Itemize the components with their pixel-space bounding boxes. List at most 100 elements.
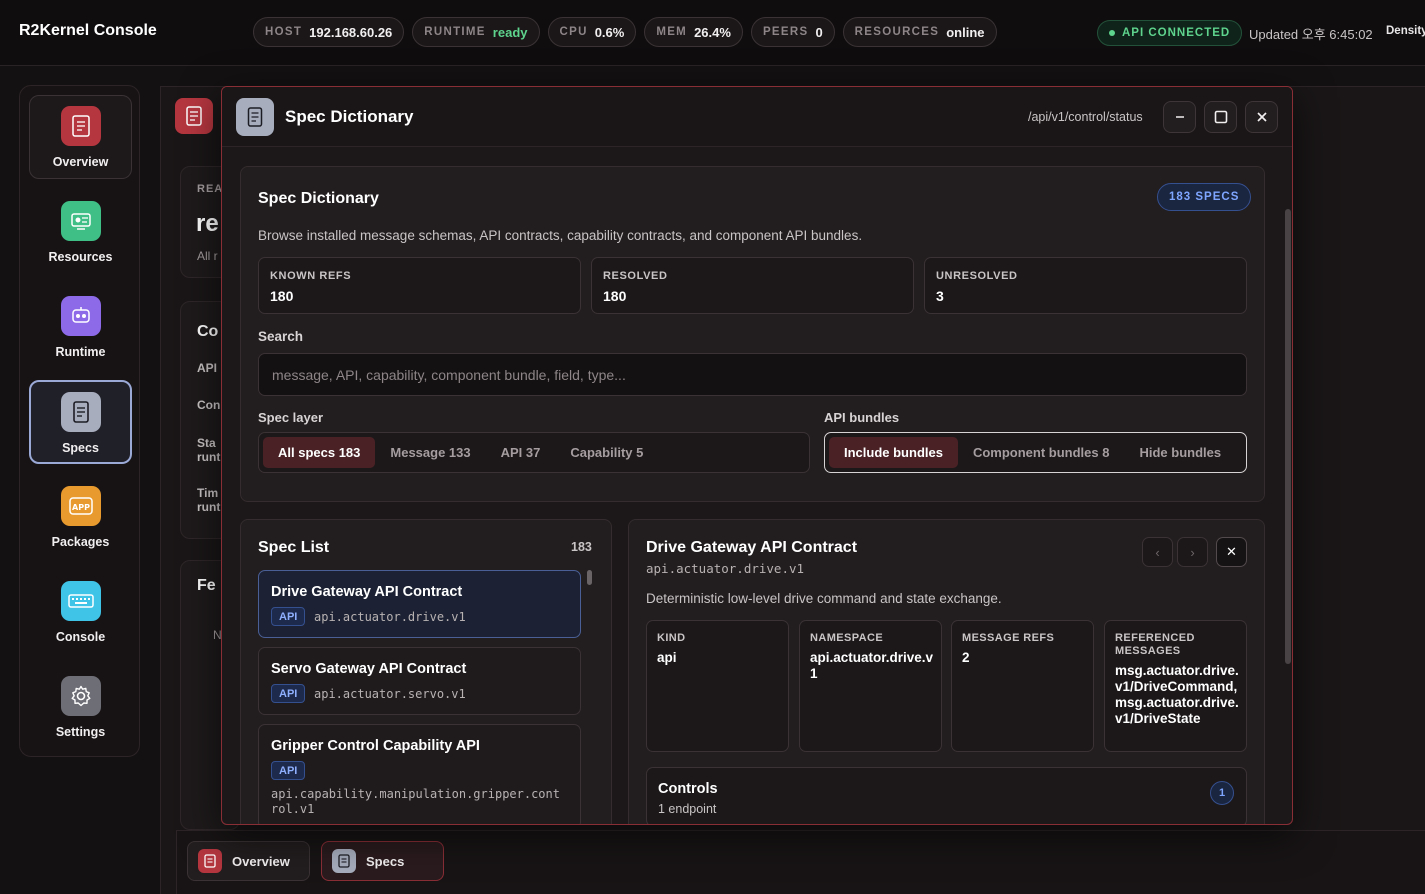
sidebar-item-overview[interactable]: Overview [29, 95, 132, 179]
api-status-badge: API CONNECTED [1097, 20, 1243, 46]
previous-button[interactable]: ‹ [1142, 537, 1173, 567]
stat-value: 180 [603, 288, 627, 304]
bg-fragment: Co [197, 323, 219, 340]
status-chip-runtime: RUNTIME ready [412, 17, 540, 47]
spec-item-id: api.actuator.drive.v1 [314, 610, 466, 624]
spec-item-id: api.capability.manipulation.gripper.cont… [271, 787, 560, 816]
detail-field-message-refs: MESSAGE REFS 2 [951, 620, 1094, 752]
minimize-button[interactable] [1163, 101, 1196, 133]
app-title: R2Kernel Console [19, 22, 157, 39]
bg-fragment: Sta [197, 436, 216, 450]
spec-item-title: Gripper Control Capability API [271, 738, 480, 754]
list-item[interactable]: Gripper Control Capability API API api.c… [258, 724, 581, 824]
bg-fragment: Tim [197, 486, 219, 500]
close-button[interactable] [1245, 101, 1278, 133]
app-icon: APP [60, 486, 101, 526]
sidebar-item-label: Overview [52, 155, 109, 169]
controls-subtitle: 1 endpoint [658, 802, 717, 816]
window-title: Spec Dictionary [285, 107, 414, 126]
stat-resolved: RESOLVED 180 [591, 257, 914, 314]
search-input[interactable] [258, 353, 1247, 396]
maximize-button[interactable] [1204, 101, 1237, 133]
bg-fragment: Fe [197, 577, 216, 594]
window-body: Spec Dictionary 183 SPECS Browse install… [222, 147, 1292, 824]
chip-value: 26.4% [694, 24, 731, 40]
list-item[interactable]: Servo Gateway API Contract API api.actua… [258, 647, 581, 715]
keyboard-icon [60, 581, 101, 621]
minimize-icon [1175, 116, 1184, 118]
bg-fragment: API [197, 361, 218, 375]
density-toggle[interactable]: Density [1386, 25, 1425, 37]
controls-title: Controls [658, 781, 718, 797]
chip-value: 0 [815, 24, 823, 40]
filter-include-bundles[interactable]: Include bundles [829, 437, 958, 468]
specs-icon [332, 849, 356, 873]
close-icon [1256, 112, 1267, 122]
status-chip-mem: MEM 26.4% [644, 17, 743, 47]
status-chip-resources: RESOURCES online [842, 17, 997, 47]
controls-section[interactable]: Controls 1 endpoint 1 [646, 767, 1247, 824]
field-value: api.actuator.drive.v1 [810, 650, 934, 681]
field-label: NAMESPACE [810, 632, 884, 644]
chip-value: ready [492, 24, 528, 40]
chip-value: 0.6% [594, 24, 625, 40]
document-icon [175, 98, 213, 134]
api-bundles-filter: Include bundles Component bundles 8 Hide… [824, 432, 1247, 473]
sidebar-item-console[interactable]: Console [29, 570, 132, 654]
status-chip-cpu: CPU 0.6% [547, 17, 637, 47]
spec-detail-id: api.actuator.drive.v1 [646, 561, 805, 576]
window-titlebar[interactable]: Spec Dictionary /api/v1/control/status [222, 87, 1292, 147]
document-icon [198, 849, 222, 873]
chip-value: 192.168.60.26 [309, 24, 393, 40]
svg-text:APP: APP [72, 503, 90, 512]
stat-label: UNRESOLVED [936, 270, 1018, 282]
spec-list-title: Spec List [258, 539, 330, 556]
next-button[interactable]: › [1177, 537, 1208, 567]
api-status-label: API CONNECTED [1122, 27, 1231, 39]
stat-label: RESOLVED [603, 270, 668, 282]
spec-type-tag: API [271, 761, 306, 780]
bg-fragment: re [196, 210, 219, 237]
spec-type-tag: API [271, 684, 306, 703]
field-label: KIND [657, 632, 686, 644]
spec-detail-title: Drive Gateway API Contract [646, 539, 858, 556]
maximize-icon [1214, 110, 1227, 124]
spec-detail-panel: Drive Gateway API Contract api.actuator.… [628, 519, 1265, 824]
stat-known-refs: KNOWN REFS 180 [258, 257, 581, 314]
filter-hide-bundles[interactable]: Hide bundles [1124, 437, 1236, 468]
dock-item-specs[interactable]: Specs [321, 841, 444, 881]
filter-capability[interactable]: Capability 5 [555, 437, 658, 468]
dock-item-overview[interactable]: Overview [187, 841, 310, 881]
filter-api[interactable]: API 37 [486, 437, 556, 468]
chip-key: CPU [559, 26, 588, 38]
spec-type-tag: API [271, 607, 306, 626]
sidebar-item-label: Resources [48, 250, 113, 264]
filter-message[interactable]: Message 133 [375, 437, 485, 468]
chip-key: MEM [656, 26, 688, 38]
field-value: api [657, 650, 677, 665]
list-item[interactable]: Drive Gateway API Contract API api.actua… [258, 570, 581, 638]
document-icon [60, 106, 101, 146]
window-dock: Overview Specs [176, 830, 1425, 894]
spec-list-count: 183 [571, 540, 592, 554]
field-label: MESSAGE REFS [962, 632, 1055, 644]
sidebar-item-label: Packages [51, 535, 110, 549]
window-scrollbar[interactable] [1285, 209, 1291, 664]
updated-timestamp: Updated 오후 6:45:02 [1249, 27, 1373, 42]
sidebar-item-packages[interactable]: APP Packages [29, 475, 132, 559]
sidebar-item-settings[interactable]: Settings [29, 665, 132, 749]
detail-field-referenced-messages: REFERENCED MESSAGES msg.actuator.drive.v… [1104, 620, 1247, 752]
chip-key: PEERS [762, 26, 809, 38]
sidebar-item-runtime[interactable]: Runtime [29, 285, 132, 369]
dock-item-label: Specs [366, 853, 405, 869]
window-api-path: /api/v1/control/status [1028, 110, 1143, 124]
chip-key: RUNTIME [424, 26, 486, 38]
resources-icon [60, 201, 101, 241]
filter-all-specs[interactable]: All specs 183 [263, 437, 376, 468]
filter-component-bundles[interactable]: Component bundles 8 [958, 437, 1125, 468]
close-detail-button[interactable]: ✕ [1216, 537, 1247, 567]
sidebar-item-resources[interactable]: Resources [29, 190, 132, 274]
sidebar-item-label: Settings [55, 725, 106, 739]
spec-list-scrollbar[interactable] [587, 570, 592, 585]
sidebar-item-specs[interactable]: Specs [29, 380, 132, 464]
